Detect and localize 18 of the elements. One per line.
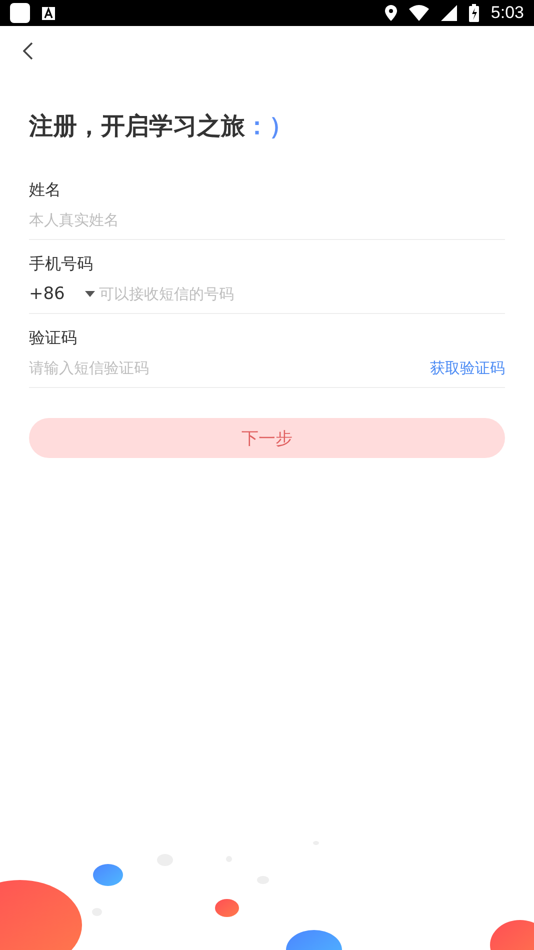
get-code-link[interactable]: 获取验证码	[430, 358, 505, 378]
field-label: 验证码	[29, 328, 77, 349]
signal-icon	[440, 5, 457, 21]
wifi-icon	[408, 5, 429, 21]
input-field[interactable]: 本人真实姓名	[29, 211, 505, 229]
country-code-dropdown[interactable]: +86	[29, 284, 95, 304]
smiley-emoticon: ：）	[245, 111, 293, 142]
page-title: 注册，开启学习之旅	[29, 111, 245, 142]
input-field[interactable]: 请输入短信验证码	[29, 359, 430, 377]
location-icon	[384, 5, 397, 21]
field-label: 姓名	[29, 180, 61, 201]
field-label: 手机号码	[29, 254, 93, 275]
notification-icon	[42, 6, 55, 20]
status-time: 5:03	[490, 3, 524, 23]
input-field[interactable]: 可以接收短信的号码	[99, 285, 505, 303]
app-icon	[10, 3, 30, 23]
battery-icon	[468, 4, 479, 22]
caret-icon	[85, 291, 95, 297]
